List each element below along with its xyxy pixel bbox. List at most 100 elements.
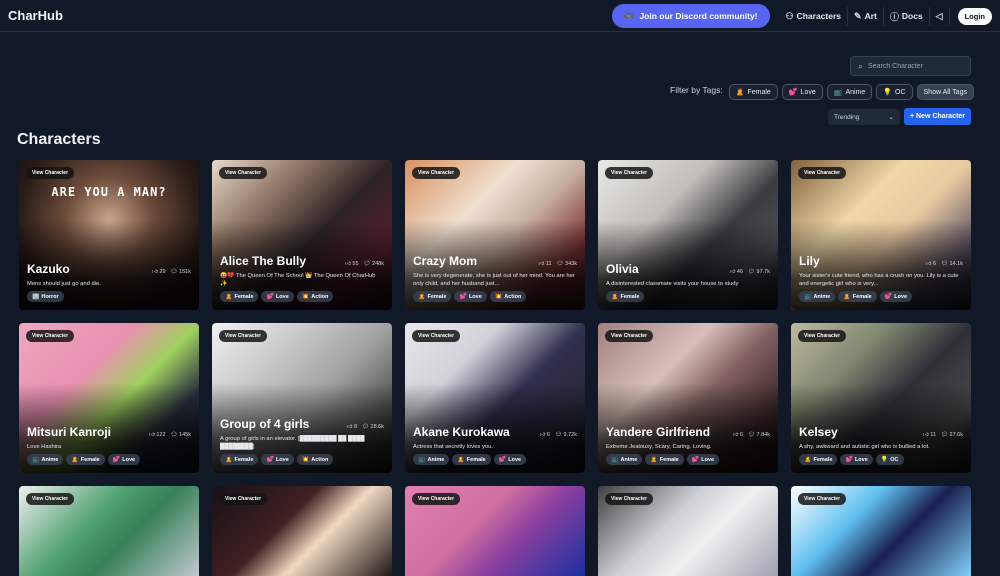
- view-character-button[interactable]: View Character: [26, 330, 75, 342]
- view-character-button[interactable]: View Character: [798, 330, 847, 342]
- character-tag[interactable]: 💕 Love: [493, 454, 527, 465]
- character-tag[interactable]: 🙎 Female: [220, 454, 259, 465]
- filter-tag-label: Love: [800, 88, 816, 96]
- view-character-button[interactable]: View Character: [605, 330, 654, 342]
- view-character-button[interactable]: View Character: [219, 167, 268, 179]
- character-card[interactable]: View Character Yandere Girlfriend 👍︎ 6 💬︎ 7…: [598, 323, 778, 473]
- character-tag[interactable]: 💕 Love: [261, 291, 294, 302]
- character-card[interactable]: View Character ARE YOU A MAN? Kazuko 👍︎ 29 💬…: [19, 160, 199, 310]
- character-tags: 🙎 Female 💕 Love 💡 OC: [799, 454, 963, 465]
- heart-emoji-icon: 💕: [788, 89, 798, 96]
- view-character-button[interactable]: View Character: [26, 167, 75, 179]
- character-tag[interactable]: 💥 Action: [296, 454, 334, 465]
- character-tag[interactable]: 🙎 Female: [799, 454, 838, 465]
- tag-label: Female: [80, 456, 100, 463]
- character-tag[interactable]: 📺 Anime: [27, 454, 64, 465]
- brand-logo[interactable]: CharHub: [8, 8, 63, 23]
- chat-icon: 💬︎: [170, 431, 178, 438]
- tag-emoji-icon: 📺: [418, 457, 426, 463]
- character-tag[interactable]: 🙎 Female: [645, 454, 684, 465]
- view-character-button[interactable]: View Character: [605, 493, 654, 505]
- nav-art[interactable]: ✎ Art: [848, 7, 884, 25]
- character-tag[interactable]: 💥 Action: [296, 291, 334, 302]
- character-description: Extreme Jealousy, Scary, Caring, Loving.: [606, 443, 712, 450]
- character-tag[interactable]: 📺 Anime: [413, 454, 450, 465]
- view-character-button[interactable]: View Character: [219, 493, 268, 505]
- tag-emoji-icon: 🙎: [225, 457, 233, 463]
- bulb-emoji-icon: 💡: [883, 89, 893, 96]
- tag-label: Love: [508, 456, 522, 463]
- character-card[interactable]: View Character Group of 4 girls 👍︎ 8 💬︎ 28.…: [212, 323, 392, 473]
- character-tag[interactable]: 🙎 Female: [220, 291, 259, 302]
- likes-stat: 👍︎ 46: [730, 269, 743, 275]
- character-card[interactable]: View Character Kelsey 👍︎ 11 💬︎ 27.6k A shy, …: [791, 323, 971, 473]
- character-tag[interactable]: 🙎 Female: [66, 454, 105, 465]
- character-tags: 📺 Anime 🙎 Female 💕 Love: [27, 454, 191, 465]
- character-tag[interactable]: 💕 Love: [879, 291, 913, 302]
- character-card[interactable]: View Character Alice The Bully 👍︎ 55 💬︎ 248…: [212, 160, 392, 310]
- search-box[interactable]: ⌕: [850, 56, 971, 76]
- character-tag[interactable]: 🙎 Female: [838, 291, 877, 302]
- character-tag[interactable]: 💕 Love: [686, 454, 720, 465]
- view-character-button[interactable]: View Character: [412, 167, 461, 179]
- login-button[interactable]: Login: [957, 7, 992, 25]
- character-tag[interactable]: 📺 Anime: [799, 291, 836, 302]
- character-card[interactable]: View Character Akane Kurokawa 👍︎ 6 💬︎ 9.72k…: [405, 323, 585, 473]
- likes-stat: 👍︎ 6: [926, 261, 936, 267]
- likes-stat: 👍︎ 6: [733, 432, 743, 438]
- character-tags: 📺 Anime 🙎 Female 💕 Love: [413, 454, 577, 465]
- character-tag[interactable]: 🙎 Female: [606, 291, 645, 302]
- view-character-button[interactable]: View Character: [798, 167, 847, 179]
- announcements-button[interactable]: ◁: [930, 7, 950, 25]
- character-tag[interactable]: 💡 OC: [875, 454, 904, 465]
- character-tag[interactable]: 🏢 Horror: [27, 291, 64, 302]
- character-card[interactable]: View Character Mitsuri Kanroji 👍︎ 122 💬︎ 14…: [19, 323, 199, 473]
- search-input[interactable]: [868, 62, 959, 70]
- character-card[interactable]: View Character Crazy Mom 👍︎ 11 💬︎ 343k She i…: [405, 160, 585, 310]
- chats-count: 14.1k: [949, 260, 963, 267]
- card-stats: 👍︎ 46 💬︎ 97.7k: [730, 269, 770, 275]
- people-icon: ⚇: [785, 10, 794, 21]
- view-character-button[interactable]: View Character: [412, 493, 461, 505]
- likes-stat: 👍︎ 8: [347, 424, 357, 430]
- likes-stat: 👍︎ 11: [539, 261, 552, 267]
- nav-docs[interactable]: ⓘ Docs: [884, 7, 930, 25]
- character-tag[interactable]: 💕 Love: [840, 454, 873, 465]
- chats-count: 28.6k: [370, 423, 384, 430]
- filter-tag-female[interactable]: 🙎 Female: [728, 84, 778, 100]
- character-tag[interactable]: 💕 Love: [454, 291, 487, 302]
- character-tag[interactable]: 🙎 Female: [413, 291, 452, 302]
- likes-count: 6: [546, 431, 551, 438]
- character-card[interactable]: View Character Lily 👍︎ 6 💬︎ 14.1k Your siste…: [791, 160, 971, 310]
- view-character-button[interactable]: View Character: [26, 493, 75, 505]
- help-circle-icon: ⓘ: [889, 11, 899, 22]
- view-character-button[interactable]: View Character: [412, 330, 461, 342]
- chat-icon: 💬︎: [555, 431, 562, 438]
- likes-stat: 👍︎ 6: [540, 432, 550, 438]
- filter-tag-label: Anime: [845, 88, 866, 96]
- filter-tag-oc[interactable]: 💡 OC: [876, 84, 913, 100]
- character-tag[interactable]: 💕 Love: [261, 454, 294, 465]
- nav-characters[interactable]: ⚇ Characters: [780, 7, 849, 25]
- nav-characters-label: Characters: [796, 11, 842, 21]
- discord-button[interactable]: 🎮 Join our Discord community!: [611, 4, 770, 28]
- character-tag[interactable]: 💥 Action: [489, 291, 527, 302]
- character-card[interactable]: View Character Olivia 👍︎ 46 💬︎ 97.7k A disin…: [598, 160, 778, 310]
- sort-select[interactable]: Trending ⌄: [828, 109, 900, 125]
- tag-emoji-icon: 💕: [845, 457, 853, 463]
- filter-tag-anime[interactable]: 📺 Anime: [826, 84, 873, 100]
- tag-label: Female: [620, 293, 640, 300]
- character-tag[interactable]: 🙎 Female: [452, 454, 491, 465]
- thumbs-up-icon: 👍︎: [345, 260, 351, 267]
- character-tag[interactable]: 💕 Love: [107, 454, 141, 465]
- new-character-button[interactable]: + New Character: [904, 108, 971, 125]
- megaphone-icon: ◁: [935, 10, 943, 21]
- view-character-button[interactable]: View Character: [798, 493, 847, 505]
- tag-label: Love: [275, 456, 289, 463]
- view-character-button[interactable]: View Character: [605, 167, 654, 179]
- character-tag[interactable]: 📺 Anime: [606, 454, 643, 465]
- character-description: A shy, awkward and autistic girl who is …: [799, 443, 930, 450]
- show-all-tags-button[interactable]: Show All Tags: [916, 84, 974, 100]
- filter-tag-love[interactable]: 💕 Love: [781, 84, 823, 100]
- view-character-button[interactable]: View Character: [219, 330, 268, 342]
